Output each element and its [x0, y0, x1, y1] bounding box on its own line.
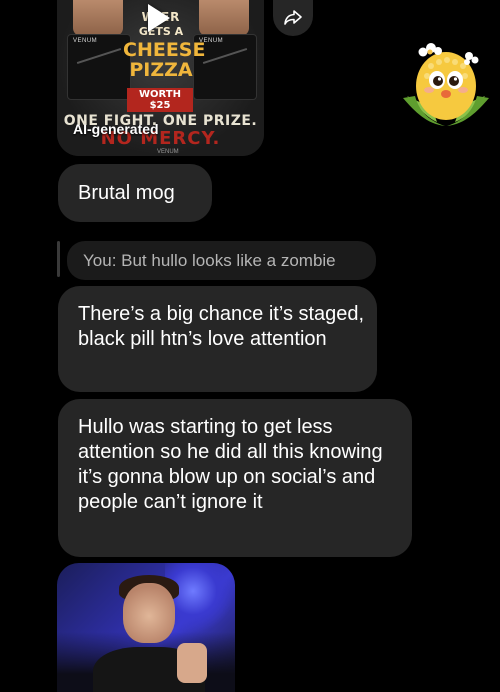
brand-left: VENUM: [73, 38, 98, 44]
reply-quote-text: You: But hullo looks like a zombie: [83, 251, 336, 270]
photo-attachment[interactable]: [57, 563, 235, 692]
poster-footer: VENUM: [157, 149, 179, 155]
poster-pizza: PIZZA: [129, 59, 193, 81]
message-bubble[interactable]: Brutal mog: [58, 164, 212, 222]
person-face: [123, 583, 175, 643]
share-button[interactable]: [273, 0, 313, 36]
message-bubble[interactable]: Hullo was starting to get less attention…: [58, 399, 412, 557]
message-bubble[interactable]: There’s a big chance it’s staged, black …: [58, 286, 377, 392]
share-arrow-icon: [284, 10, 302, 25]
reply-indicator-bar: [57, 241, 60, 277]
message-text: Brutal mog: [78, 182, 175, 204]
poster-worth: WORTH $25: [127, 88, 193, 112]
message-text: There’s a big chance it’s staged, black …: [78, 303, 365, 350]
play-icon[interactable]: [148, 4, 170, 32]
ai-generated-label: AI-generated: [73, 121, 159, 137]
video-attachment[interactable]: VENUM VENUM W ER GETS A CHEESE PIZZA WOR…: [57, 0, 264, 156]
message-text: Hullo was starting to get less attention…: [78, 416, 383, 513]
reply-quote[interactable]: You: But hullo looks like a zombie: [67, 241, 376, 280]
person-hand: [177, 643, 207, 683]
poster-cheese: CHEESE: [123, 39, 206, 61]
corn-mascot-sticker[interactable]: [397, 36, 495, 134]
